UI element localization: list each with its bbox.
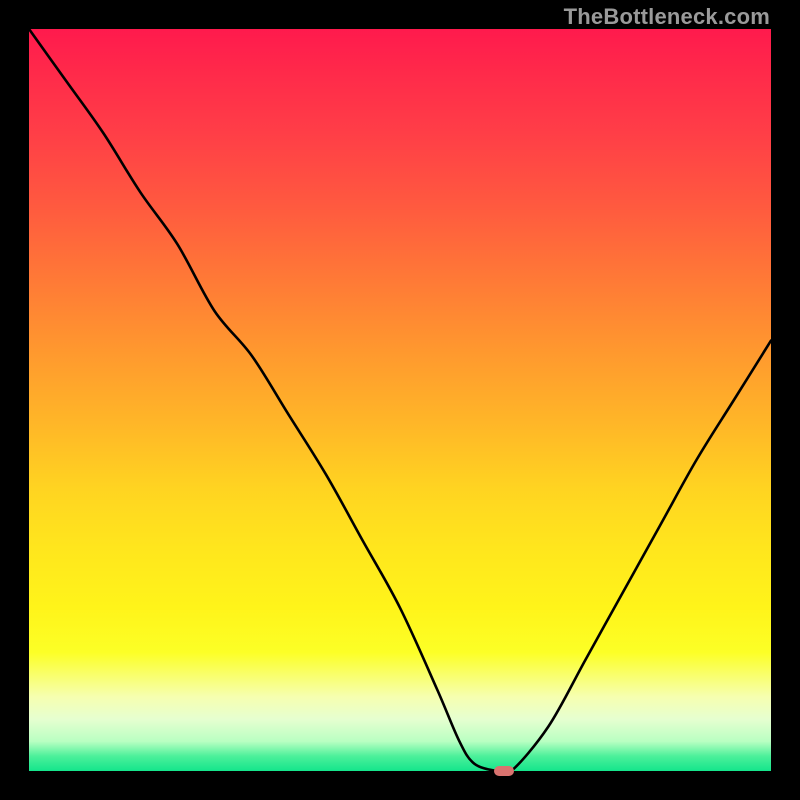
bottleneck-curve: [29, 29, 771, 771]
plot-area: [29, 29, 771, 771]
optimum-marker: [494, 766, 514, 776]
chart-frame: TheBottleneck.com: [0, 0, 800, 800]
watermark-text: TheBottleneck.com: [564, 4, 770, 30]
